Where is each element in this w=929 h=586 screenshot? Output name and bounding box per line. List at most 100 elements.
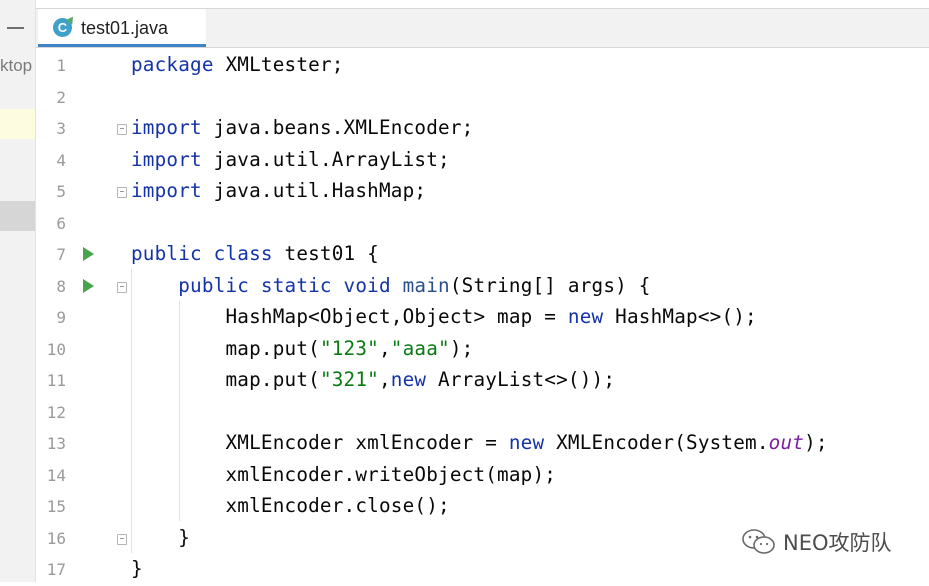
- line-number: 3: [56, 119, 66, 138]
- code-token: XMLtester;: [213, 53, 344, 76]
- line-number: 4: [56, 150, 66, 170]
- code-line[interactable]: 4 import java.util.ArrayList;: [36, 145, 929, 177]
- code-token: map.put(: [131, 336, 320, 360]
- line-number: 1: [56, 56, 66, 75]
- code-token: HashMap<Object,Object> map =: [131, 305, 568, 328]
- code-line[interactable]: 8 public static void main(String[] args)…: [36, 271, 929, 303]
- code-token: "aaa": [390, 336, 450, 360]
- line-number: 8: [56, 276, 66, 296]
- code-token: main: [402, 273, 450, 297]
- code-text: package XMLtester;: [131, 53, 344, 76]
- fold-marker-icon[interactable]: [117, 533, 127, 545]
- code-token: xmlEncoder.writeObject(map);: [131, 462, 557, 486]
- tab-label: test01.java: [81, 18, 169, 38]
- code-token: );: [804, 431, 828, 454]
- code-token: "123": [319, 336, 379, 360]
- code-line[interactable]: 1 package XMLtester;: [36, 50, 929, 82]
- code-token: new: [567, 305, 604, 328]
- code-token: package: [131, 53, 214, 76]
- code-token: }: [131, 557, 143, 580]
- code-token: new: [390, 368, 427, 391]
- code-text: XMLEncoder xmlEncoder = new XMLEncoder(S…: [131, 431, 828, 454]
- project-panel: ktop: [0, 0, 36, 582]
- code-token: XMLEncoder xmlEncoder =: [131, 431, 509, 454]
- code-text: public static void main(String[] args) {: [131, 274, 651, 297]
- highlighted-tree-row[interactable]: [0, 109, 35, 139]
- tab-test01-java[interactable]: C test01.java: [38, 9, 206, 47]
- code-token: java.util.ArrayList;: [201, 147, 450, 171]
- line-number: 2: [56, 87, 66, 107]
- code-line[interactable]: 11 map.put("321",new ArrayList<>());: [36, 365, 929, 397]
- code-token: out: [768, 431, 805, 454]
- code-text: xmlEncoder.writeObject(map);: [131, 463, 556, 486]
- watermark: NEO攻防队: [741, 527, 892, 557]
- code-line[interactable]: 10 map.put("123","aaa");: [36, 334, 929, 366]
- line-number: 10: [46, 339, 66, 359]
- code-token: }: [131, 525, 191, 549]
- code-token: public static void: [178, 273, 391, 297]
- code-line[interactable]: 9 HashMap<Object,Object> map = new HashM…: [36, 302, 929, 334]
- watermark-text: NEO攻防队: [783, 531, 892, 555]
- code-token: test01 {: [272, 242, 379, 265]
- project-path-label: ktop: [0, 56, 33, 75]
- line-number: 14: [46, 465, 66, 485]
- code-line[interactable]: 14 xmlEncoder.writeObject(map);: [36, 460, 929, 492]
- code-token: HashMap<>();: [603, 305, 757, 328]
- line-number: 7: [56, 245, 66, 264]
- fold-marker-icon[interactable]: [117, 281, 127, 293]
- code-line[interactable]: 7 public class test01 {: [36, 239, 929, 271]
- code-token: import: [131, 147, 202, 171]
- code-line[interactable]: 12: [36, 397, 929, 429]
- line-number: 12: [46, 402, 66, 422]
- editor-tab-bar: C test01.java: [36, 8, 929, 48]
- code-token: new: [508, 431, 545, 454]
- indent-guide: [179, 301, 180, 521]
- code-token: public class: [131, 242, 273, 265]
- code-line[interactable]: 5 import java.util.HashMap;: [36, 176, 929, 208]
- fold-marker-icon[interactable]: [117, 187, 127, 198]
- code-token: (String[] args) {: [449, 273, 651, 297]
- code-text: }: [131, 526, 190, 549]
- code-text: import java.util.HashMap;: [131, 179, 426, 202]
- collapse-icon[interactable]: [7, 27, 24, 29]
- code-token: java.util.HashMap;: [201, 179, 427, 202]
- code-line[interactable]: 2: [36, 82, 929, 114]
- code-line[interactable]: 15 xmlEncoder.close();: [36, 491, 929, 523]
- code-token: ,: [378, 336, 391, 360]
- code-token: );: [449, 336, 474, 360]
- code-text: import java.util.ArrayList;: [131, 148, 450, 171]
- code-text: map.put("123","aaa");: [131, 337, 473, 360]
- indent-guide: [131, 269, 132, 553]
- selected-tree-row[interactable]: [0, 201, 35, 231]
- code-line[interactable]: 6: [36, 208, 929, 240]
- line-number: 16: [46, 528, 66, 548]
- line-number: 13: [46, 434, 66, 453]
- code-text: map.put("321",new ArrayList<>());: [131, 368, 615, 391]
- code-line[interactable]: 13 XMLEncoder xmlEncoder = new XMLEncode…: [36, 428, 929, 460]
- line-number: 11: [46, 371, 66, 390]
- run-gutter-icon[interactable]: [83, 247, 94, 261]
- code-token: ArrayList<>());: [426, 368, 616, 391]
- code-text: HashMap<Object,Object> map = new HashMap…: [131, 305, 757, 328]
- code-editor[interactable]: 1 package XMLtester; 2 3 import java.beans.X…: [36, 49, 929, 582]
- line-number: 5: [56, 182, 66, 201]
- code-token: XMLEncoder(System.: [544, 431, 769, 454]
- code-text: }: [131, 557, 143, 580]
- run-gutter-icon[interactable]: [83, 278, 94, 293]
- fold-marker-icon[interactable]: [117, 124, 127, 135]
- line-number: 17: [46, 560, 66, 579]
- code-line[interactable]: 3 import java.beans.XMLEncoder;: [36, 113, 929, 145]
- code-token: "321": [319, 368, 379, 391]
- wechat-icon: [742, 529, 775, 554]
- line-number: 9: [56, 308, 66, 327]
- code-text: public class test01 {: [131, 242, 379, 265]
- line-number: 6: [56, 213, 66, 233]
- code-line[interactable]: 17}: [36, 554, 929, 586]
- code-token: ,: [378, 368, 391, 391]
- java-class-icon: C: [53, 18, 72, 37]
- code-token: import: [131, 116, 202, 139]
- code-token: import: [131, 179, 202, 202]
- code-text: import java.beans.XMLEncoder;: [131, 116, 473, 139]
